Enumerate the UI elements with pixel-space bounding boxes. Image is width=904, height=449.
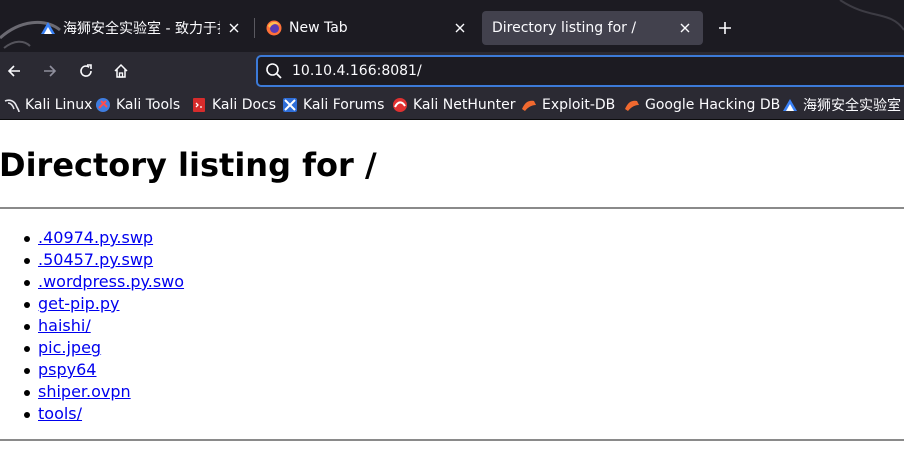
arrow-right-icon <box>44 65 57 77</box>
list-item: pspy64 <box>23 359 184 381</box>
list-item: get-pip.py <box>23 293 184 315</box>
bookmark-exploit-db[interactable]: Exploit-DB <box>521 95 615 115</box>
reload-button[interactable] <box>72 57 100 85</box>
tab-haishi-lab[interactable]: 海狮安全实验室 - 致力于打 <box>30 11 252 45</box>
kali-forums-icon <box>283 98 297 112</box>
list-item: .40974.py.swp <box>23 227 184 249</box>
home-button[interactable] <box>107 57 135 85</box>
bookmark-label: 海狮安全实验室 <box>803 98 901 114</box>
ghdb-icon <box>625 100 639 111</box>
list-item: .50457.py.swp <box>23 249 184 271</box>
tab-strip: 海狮安全实验室 - 致力于打 New Tab Directory listing… <box>0 0 904 52</box>
bookmark-label: Kali NetHunter <box>413 97 516 113</box>
file-list: .40974.py.swp .50457.py.swp .wordpress.p… <box>23 227 184 425</box>
firefox-icon <box>266 20 282 36</box>
new-tab-button[interactable] <box>712 15 738 41</box>
shark-logo-icon <box>783 99 797 111</box>
close-icon[interactable] <box>452 20 468 36</box>
exploit-db-icon <box>522 100 536 111</box>
shark-logo-icon <box>41 22 55 34</box>
list-item: pic.jpeg <box>23 337 184 359</box>
tab-title: Directory listing for / <box>492 20 637 36</box>
list-item: .wordpress.py.swo <box>23 271 184 293</box>
bookmark-label: Kali Forums <box>303 97 385 113</box>
file-link[interactable]: .50457.py.swp <box>38 250 153 269</box>
page-content: Directory listing for / .40974.py.swp .5… <box>0 121 904 449</box>
bookmarks-toolbar: Kali Linux Kali Tools Kali Docs Kali For… <box>0 90 904 120</box>
tab-title: 海狮安全实验室 - 致力于打 <box>63 21 220 37</box>
home-icon <box>114 63 128 78</box>
bookmark-label: Kali Linux <box>25 97 93 113</box>
file-link[interactable]: haishi/ <box>38 316 91 335</box>
bookmark-haishi-lab[interactable]: 海狮安全实验室 <box>782 95 901 115</box>
bookmark-kali-nethunter[interactable]: Kali NetHunter <box>392 95 515 115</box>
bottom-divider <box>0 439 904 441</box>
tab-new-tab[interactable]: New Tab <box>256 11 478 45</box>
back-button[interactable] <box>0 57 28 85</box>
list-item: shiper.ovpn <box>23 381 184 403</box>
forward-button[interactable] <box>36 57 64 85</box>
nethunter-icon <box>393 98 407 112</box>
address-bar[interactable] <box>256 55 904 87</box>
bookmark-label: Kali Tools <box>116 97 181 113</box>
search-icon <box>266 63 282 79</box>
bookmark-label: Kali Docs <box>212 97 277 113</box>
tab-directory-listing[interactable]: Directory listing for / <box>482 11 703 45</box>
bookmark-label: Exploit-DB <box>542 97 616 113</box>
bookmark-google-hacking-db[interactable]: Google Hacking DB <box>624 95 780 115</box>
bookmark-kali-forums[interactable]: Kali Forums <box>282 95 384 115</box>
close-icon[interactable] <box>677 20 693 36</box>
kali-docs-icon <box>193 98 205 112</box>
bookmark-kali-linux[interactable]: Kali Linux <box>4 95 92 115</box>
top-divider <box>0 207 904 209</box>
arrow-left-icon <box>7 65 20 77</box>
kali-dragon-icon <box>4 99 20 113</box>
kali-tools-icon <box>96 98 110 112</box>
file-link[interactable]: tools/ <box>38 404 82 423</box>
bookmark-kali-tools[interactable]: Kali Tools <box>95 95 180 115</box>
bookmark-kali-docs[interactable]: Kali Docs <box>191 95 276 115</box>
file-link[interactable]: .wordpress.py.swo <box>38 272 184 291</box>
plus-icon <box>719 22 731 34</box>
list-item: tools/ <box>23 403 184 425</box>
page-title: Directory listing for / <box>0 146 377 184</box>
file-link[interactable]: get-pip.py <box>38 294 120 313</box>
file-link[interactable]: shiper.ovpn <box>38 382 131 401</box>
close-icon[interactable] <box>226 20 242 36</box>
bookmark-label: Google Hacking DB <box>645 97 781 113</box>
url-input[interactable] <box>292 63 852 79</box>
file-link[interactable]: pic.jpeg <box>38 338 101 357</box>
file-link[interactable]: pspy64 <box>38 360 96 379</box>
list-item: haishi/ <box>23 315 184 337</box>
file-link[interactable]: .40974.py.swp <box>38 228 153 247</box>
tab-separator <box>254 18 255 38</box>
tab-title: New Tab <box>289 20 348 36</box>
reload-icon <box>80 64 92 77</box>
navigation-toolbar <box>0 52 904 90</box>
